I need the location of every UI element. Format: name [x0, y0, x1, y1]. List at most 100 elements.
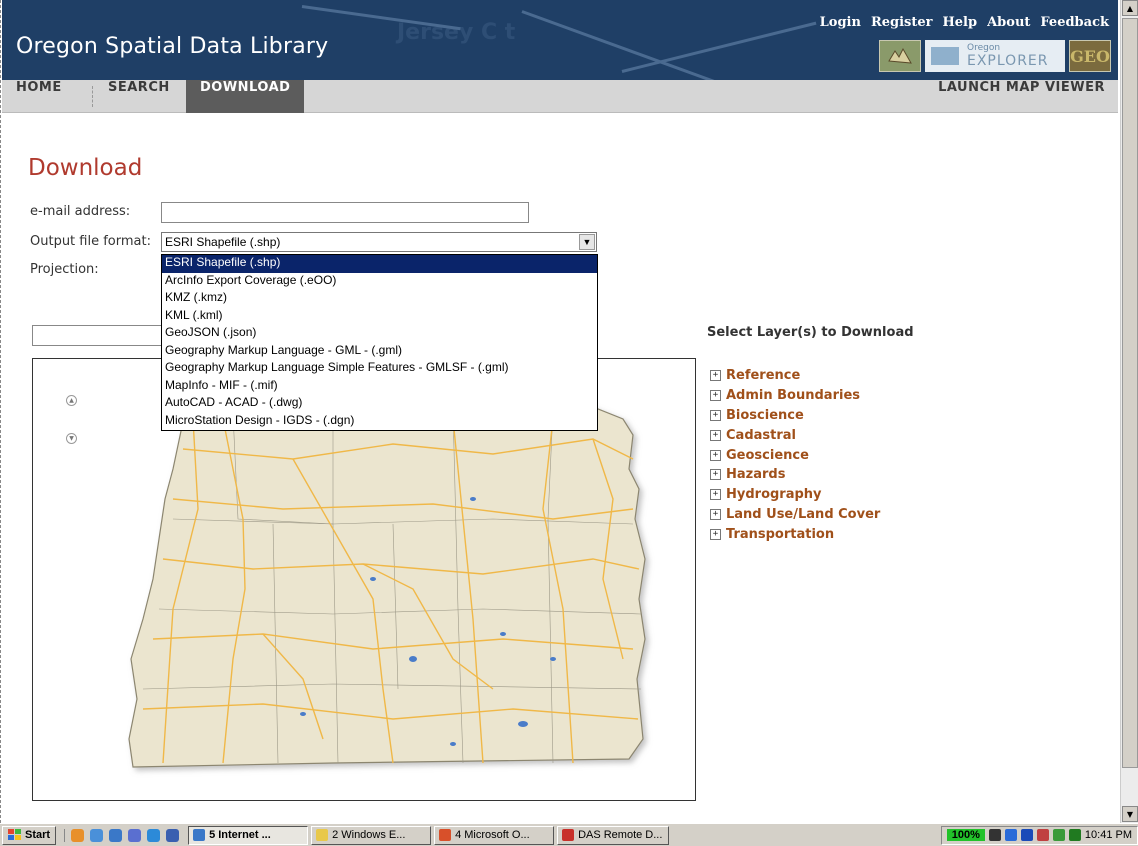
- layer-label[interactable]: Geoscience: [726, 448, 809, 463]
- clock: 10:41 PM: [1084, 829, 1132, 841]
- geo-logo[interactable]: GEO: [1069, 40, 1111, 72]
- start-button[interactable]: Start: [2, 825, 57, 845]
- player-icon[interactable]: [166, 828, 180, 842]
- site-header: Jersey C t Oregon Spatial Data Library L…: [2, 0, 1118, 80]
- layer-label[interactable]: Admin Boundaries: [726, 388, 860, 403]
- plus-box-icon[interactable]: +: [710, 469, 721, 481]
- remote-icon: [562, 829, 575, 841]
- layer-item-reference[interactable]: + Reference: [710, 366, 880, 386]
- plus-box-icon[interactable]: +: [710, 429, 721, 441]
- layer-label[interactable]: Hydrography: [726, 487, 822, 502]
- layer-item-hazards[interactable]: + Hazards: [710, 465, 880, 485]
- nav-search[interactable]: SEARCH: [94, 80, 184, 113]
- projection-input[interactable]: [32, 325, 172, 346]
- plus-box-icon[interactable]: +: [710, 390, 721, 402]
- layer-label[interactable]: Land Use/Land Cover: [726, 507, 880, 522]
- layer-label[interactable]: Transportation: [726, 527, 834, 542]
- projection-label: Projection:: [30, 262, 99, 277]
- plus-box-icon[interactable]: +: [710, 409, 721, 421]
- quick-launch: [64, 828, 185, 842]
- layer-label[interactable]: Reference: [726, 368, 800, 383]
- network-icon[interactable]: [1004, 829, 1017, 841]
- layer-label[interactable]: Cadastral: [726, 428, 796, 443]
- scrollbar-thumb[interactable]: [1122, 18, 1138, 768]
- nav-download[interactable]: DOWNLOAD: [186, 80, 305, 113]
- security-icon[interactable]: [1052, 829, 1065, 841]
- format-select[interactable]: ESRI Shapefile (.shp) ▼: [161, 232, 597, 252]
- office-icon: [439, 829, 452, 841]
- explorer-logo-big-text: EXPLORER: [967, 53, 1049, 69]
- nav-home[interactable]: HOME: [2, 80, 76, 113]
- register-link[interactable]: Register: [871, 15, 933, 30]
- layer-item-admin-boundaries[interactable]: + Admin Boundaries: [710, 386, 880, 406]
- layer-list: + Reference + Admin Boundaries + Bioscience…: [710, 366, 880, 544]
- explorer-logo-icon: [931, 47, 959, 65]
- signal-icon[interactable]: [1068, 829, 1081, 841]
- email-input[interactable]: [161, 202, 529, 223]
- vertical-scrollbar[interactable]: ▲ ▼: [1120, 0, 1138, 823]
- about-link[interactable]: About: [987, 15, 1030, 30]
- format-option[interactable]: KML (.kml): [162, 308, 597, 326]
- format-option[interactable]: ArcInfo Export Coverage (.eOO): [162, 273, 597, 291]
- site-title[interactable]: Oregon Spatial Data Library: [16, 34, 328, 59]
- outlook-icon[interactable]: [71, 828, 85, 842]
- system-tray: 100% 10:41 PM: [940, 825, 1138, 845]
- taskbar-button-microsoft-office[interactable]: 4 Microsoft O...: [434, 825, 555, 845]
- plus-box-icon[interactable]: +: [710, 489, 721, 501]
- power-icon[interactable]: [988, 829, 1001, 841]
- format-option[interactable]: KMZ (.kmz): [162, 290, 597, 308]
- nav-separator: [92, 86, 93, 107]
- plus-box-icon[interactable]: +: [710, 370, 721, 382]
- layer-item-hydrography[interactable]: + Hydrography: [710, 485, 880, 505]
- help-link[interactable]: Help: [943, 15, 978, 30]
- volume-icon[interactable]: [1036, 829, 1049, 841]
- share-icon[interactable]: [90, 828, 104, 842]
- bluetooth-icon[interactable]: [1020, 829, 1033, 841]
- main-navbar: HOME SEARCH DOWNLOAD LAUNCH MAP VIEWER: [2, 80, 1118, 113]
- feedback-link[interactable]: Feedback: [1040, 15, 1109, 30]
- layer-item-transportation[interactable]: + Transportation: [710, 524, 880, 544]
- taskbar-button-windows-explorer[interactable]: 2 Windows E...: [311, 825, 432, 845]
- battery-indicator[interactable]: 100%: [946, 829, 985, 841]
- format-option[interactable]: Geography Markup Language Simple Feature…: [162, 360, 597, 378]
- windows-logo-icon: [8, 829, 21, 840]
- format-label: Output file format:: [30, 234, 151, 249]
- plus-box-icon[interactable]: +: [710, 528, 721, 540]
- format-option[interactable]: ESRI Shapefile (.shp): [162, 255, 597, 273]
- header-map-road: [621, 21, 817, 73]
- oregon-explorer-logo[interactable]: Oregon EXPLORER: [925, 40, 1065, 72]
- format-option[interactable]: MapInfo - MIF - (.mif): [162, 378, 597, 396]
- taskbar-button-internet[interactable]: 5 Internet ...: [188, 825, 309, 845]
- scroll-up-icon[interactable]: ▲: [1122, 0, 1138, 16]
- layer-item-bioscience[interactable]: + Bioscience: [710, 406, 880, 426]
- format-option[interactable]: GeoJSON (.json): [162, 325, 597, 343]
- login-link[interactable]: Login: [820, 15, 861, 30]
- format-option[interactable]: MicroStation Design - IGDS - (.dgn): [162, 413, 597, 431]
- plus-box-icon[interactable]: +: [710, 508, 721, 520]
- firefox-icon[interactable]: [147, 828, 161, 842]
- plus-box-icon[interactable]: +: [710, 449, 721, 461]
- media-icon[interactable]: [128, 828, 142, 842]
- oregon-seal-logo[interactable]: [879, 40, 921, 72]
- nav-launch-map-viewer[interactable]: LAUNCH MAP VIEWER: [924, 80, 1118, 113]
- layer-label[interactable]: Hazards: [726, 467, 785, 482]
- ie-icon: [193, 829, 206, 841]
- layer-label[interactable]: Bioscience: [726, 408, 804, 423]
- format-dropdown-list: ESRI Shapefile (.shp) ArcInfo Export Cov…: [161, 254, 598, 431]
- scroll-down-icon[interactable]: ▼: [1122, 806, 1138, 822]
- ie-icon[interactable]: [109, 828, 123, 842]
- layer-item-cadastral[interactable]: + Cadastral: [710, 425, 880, 445]
- taskbar-button-das-remote[interactable]: DAS Remote D...: [557, 825, 670, 845]
- partner-logos: Oregon EXPLORER GEO: [879, 40, 1111, 72]
- chevron-down-icon[interactable]: ▼: [579, 234, 595, 250]
- format-select-value: ESRI Shapefile (.shp): [165, 235, 281, 249]
- folder-icon: [316, 829, 329, 841]
- header-map-road: [301, 5, 461, 31]
- format-option[interactable]: AutoCAD - ACAD - (.dwg): [162, 395, 597, 413]
- windows-taskbar: Start 5 Internet ... 2 Windows E... 4 Mi…: [0, 823, 1138, 846]
- layer-item-land-use[interactable]: + Land Use/Land Cover: [710, 505, 880, 525]
- layer-item-geoscience[interactable]: + Geoscience: [710, 445, 880, 465]
- format-option[interactable]: Geography Markup Language - GML - (.gml): [162, 343, 597, 361]
- email-label: e-mail address:: [30, 204, 131, 219]
- page-title: Download: [28, 155, 143, 181]
